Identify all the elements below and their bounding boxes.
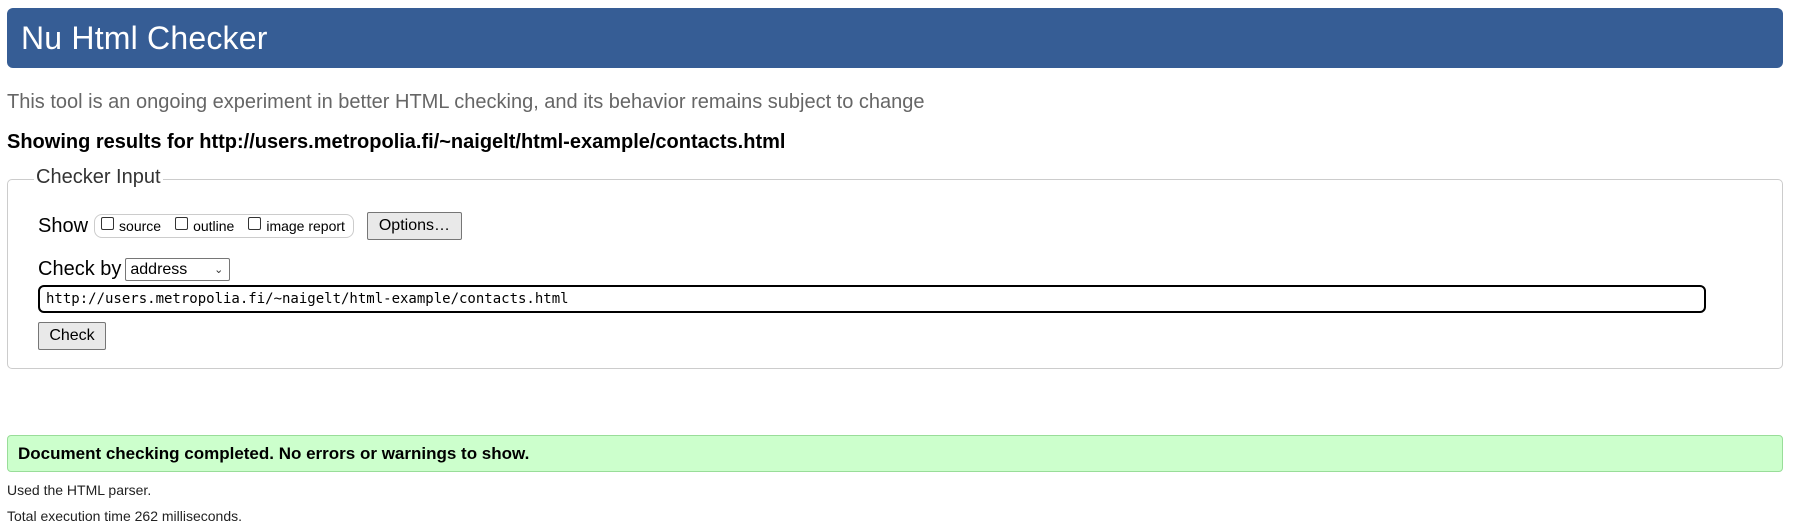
- outline-checkbox[interactable]: outline: [175, 216, 235, 234]
- header-bar: Nu Html Checker: [7, 8, 1783, 68]
- chevron-down-icon: ⌄: [214, 264, 224, 276]
- show-options-group: source outline image report: [94, 214, 354, 238]
- url-input[interactable]: http://users.metropolia.fi/~naigelt/html…: [38, 285, 1706, 313]
- image-report-checkbox[interactable]: image report: [248, 216, 345, 234]
- check-by-row: Check by address ⌄: [38, 258, 231, 281]
- show-row: Show source outline image report Options…: [38, 212, 462, 240]
- checkbox-box-icon[interactable]: [175, 216, 189, 230]
- check-by-select[interactable]: address ⌄: [125, 258, 231, 281]
- results-for-heading: Showing results for http://users.metropo…: [7, 131, 786, 153]
- image-report-checkbox-label: image report: [266, 218, 345, 234]
- options-button[interactable]: Options…: [366, 212, 462, 240]
- subtitle: This tool is an ongoing experiment in be…: [7, 91, 925, 113]
- check-by-label: Check by: [38, 258, 122, 280]
- checkbox-box-icon[interactable]: [101, 216, 115, 230]
- page-title: Nu Html Checker: [21, 19, 268, 56]
- parser-note: Used the HTML parser.: [7, 482, 152, 498]
- url-input-value: http://users.metropolia.fi/~naigelt/html…: [46, 291, 569, 307]
- success-message: Document checking completed. No errors o…: [7, 435, 1783, 472]
- show-label: Show: [38, 214, 89, 237]
- check-button[interactable]: Check: [38, 322, 106, 350]
- check-by-selected-value: address: [130, 260, 188, 278]
- execution-time: Total execution time 262 milliseconds.: [7, 508, 243, 524]
- checker-input-legend: Checker Input: [34, 166, 163, 189]
- source-checkbox[interactable]: source: [101, 216, 162, 234]
- checkbox-box-icon[interactable]: [248, 216, 262, 230]
- page: Nu Html Checker This tool is an ongoing …: [0, 0, 1796, 527]
- source-checkbox-label: source: [119, 218, 162, 234]
- success-message-text: Document checking completed. No errors o…: [18, 443, 530, 463]
- checker-input-fieldset: Checker Input Show source outline image …: [7, 166, 1783, 369]
- outline-checkbox-label: outline: [193, 218, 235, 234]
